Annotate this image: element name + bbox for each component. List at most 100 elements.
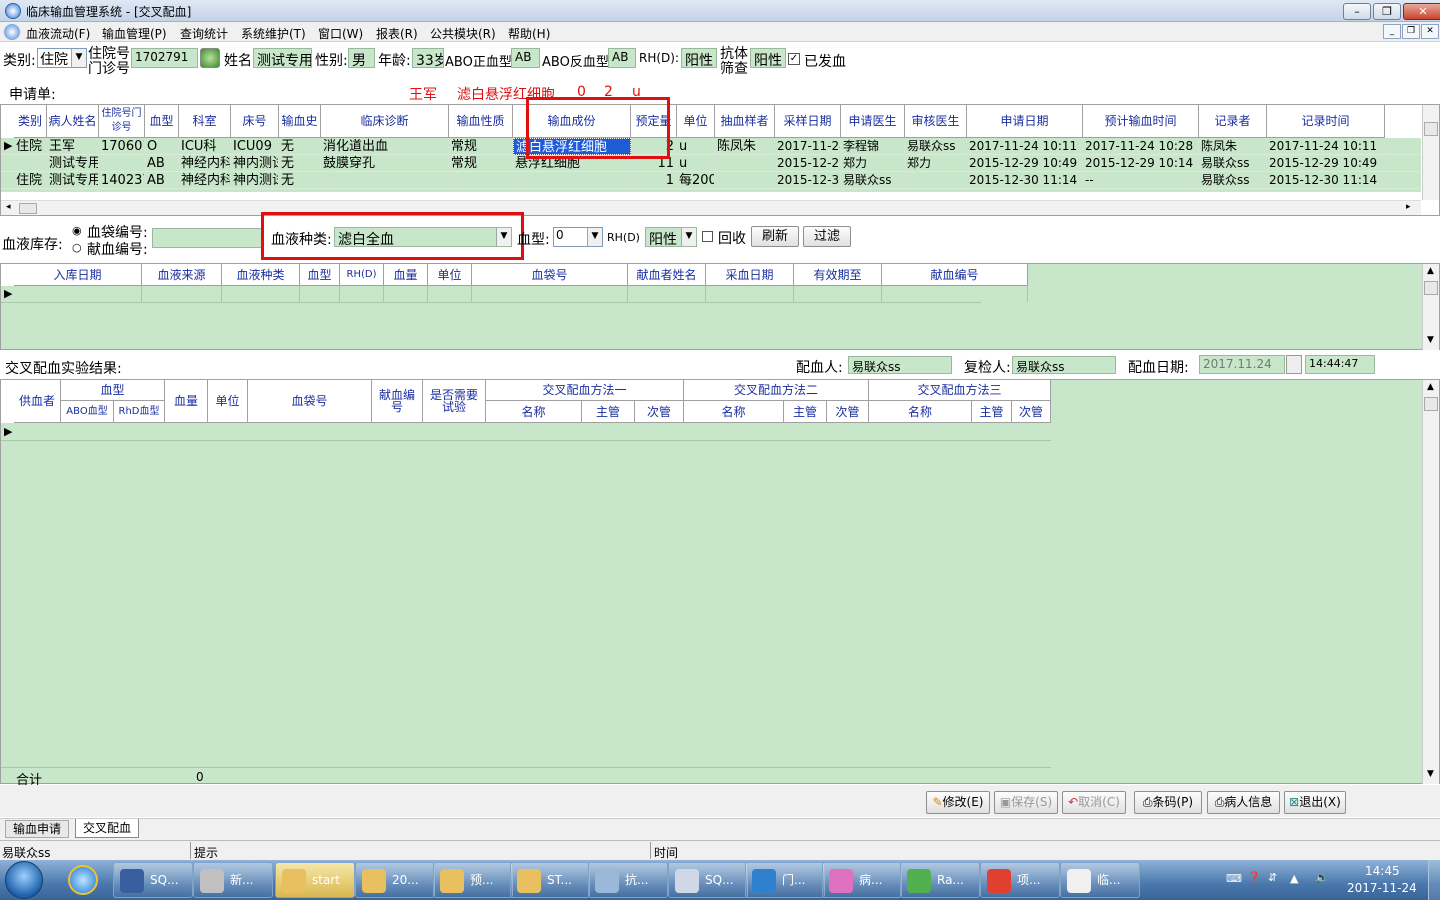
matcher-field[interactable]: 易联众ss — [848, 356, 952, 374]
table-cell[interactable]: 无 — [279, 172, 321, 189]
menu-item[interactable]: 血液流动(F) — [26, 25, 90, 42]
issued-checkbox[interactable]: ✓ — [788, 53, 800, 65]
stock-col-header[interactable]: 采血日期 — [706, 264, 794, 286]
menu-item[interactable]: 输血管理(P) — [102, 25, 167, 42]
scroll-up-icon[interactable]: ▲ — [1427, 266, 1434, 276]
table-cell[interactable] — [142, 286, 222, 302]
taskbar-app-button[interactable]: start — [275, 862, 355, 898]
stock-col-header[interactable]: 有效期至 — [794, 264, 882, 286]
table-cell[interactable] — [384, 286, 428, 302]
table-cell[interactable]: u — [677, 155, 715, 172]
minimize-button[interactable]: – — [1343, 3, 1371, 20]
radio-bag-icon[interactable]: ◉ — [72, 224, 82, 237]
table-cell[interactable] — [99, 155, 145, 172]
menu-item[interactable]: 帮助(H) — [508, 25, 550, 42]
vertical-scrollbar[interactable]: ▲ ▼ — [1422, 380, 1439, 784]
menu-item[interactable]: 查询统计 — [180, 25, 228, 42]
taskbar-app-button[interactable]: SQ... — [113, 862, 193, 898]
stock-col-header[interactable]: 血袋号 — [472, 264, 628, 286]
table-cell[interactable]: 陈凤朱 — [715, 138, 775, 155]
save-button[interactable]: ▣保存(S) — [994, 791, 1058, 814]
table-row[interactable]: 测试专用AB神经内科神内测试无鼓膜穿孔常规悬浮红细胞11u2015-12-29郑… — [1, 155, 1421, 172]
stock-col-header[interactable]: 血液来源 — [142, 264, 222, 286]
request-col-header[interactable]: 记录者 — [1199, 105, 1267, 138]
menu-item[interactable]: 公共模块(R) — [430, 25, 496, 42]
patient-id-field[interactable]: 1702791 — [131, 48, 198, 68]
age-field[interactable]: 33岁 — [412, 48, 444, 68]
network-icon[interactable]: ⇵ — [1268, 871, 1277, 884]
vertical-scrollbar[interactable]: ▲ ▼ — [1422, 264, 1439, 350]
table-cell[interactable]: -- — [1083, 172, 1199, 189]
table-cell[interactable] — [449, 172, 513, 189]
help-icon[interactable]: ❓ — [1247, 871, 1261, 884]
table-cell[interactable]: 2015-12-29 — [775, 155, 841, 172]
stock-rh-select[interactable]: 阳性 ▼ — [645, 227, 697, 247]
abo-rev-field[interactable]: AB — [608, 48, 636, 68]
request-col-header[interactable]: 申请医生 — [841, 105, 905, 138]
table-cell[interactable]: 2017-11-24 — [775, 138, 841, 155]
request-col-header[interactable]: 床号 — [231, 105, 279, 138]
table-cell[interactable] — [472, 286, 628, 302]
tray-expand-icon[interactable]: ▲ — [1290, 872, 1298, 885]
stock-col-header[interactable]: 血液种类 — [222, 264, 300, 286]
stock-col-header[interactable]: 献血者姓名 — [628, 264, 706, 286]
table-cell[interactable]: 2017-11-24 10:11 — [967, 138, 1083, 155]
table-row[interactable] — [1, 286, 1028, 303]
menu-item[interactable]: 报表(R) — [376, 25, 418, 42]
category-select[interactable]: 住院 ▼ — [37, 48, 87, 68]
keyboard-icon[interactable]: ⌨ — [1226, 872, 1242, 885]
table-cell[interactable] — [882, 286, 1028, 302]
request-col-header[interactable]: 预计输血时间 — [1083, 105, 1199, 138]
table-cell[interactable]: ICU科 — [179, 138, 231, 155]
refresh-button[interactable]: 刷新 — [751, 226, 799, 247]
table-cell[interactable]: 陈凤朱 — [1199, 138, 1267, 155]
taskbar-app-button[interactable]: 预... — [433, 862, 513, 898]
stock-col-header[interactable]: 献血编号 — [882, 264, 1028, 286]
table-row[interactable]: ▶住院王军17060140OICU科ICU09无消化道出血常规滤白悬浮红细胞2u… — [1, 138, 1421, 155]
table-cell[interactable] — [513, 172, 631, 189]
close-button[interactable]: ✕ — [1403, 3, 1440, 20]
request-col-header[interactable]: 记录时间 — [1267, 105, 1385, 138]
taskbar-app-button[interactable]: ST... — [510, 862, 590, 898]
ie-icon[interactable] — [68, 865, 98, 895]
name-field[interactable]: 测试专用 — [253, 48, 312, 68]
taskbar-app-button[interactable]: Ra... — [900, 862, 980, 898]
taskbar-app-button[interactable]: 病... — [822, 862, 902, 898]
table-cell[interactable]: 消化道出血 — [321, 138, 449, 155]
scroll-down-icon[interactable]: ▼ — [1427, 335, 1434, 345]
table-cell[interactable] — [715, 172, 775, 189]
cancel-button[interactable]: ↶取消(C) — [1062, 791, 1126, 814]
table-cell[interactable]: 王军 — [47, 138, 99, 155]
scroll-left-icon[interactable]: ◂ — [6, 202, 11, 212]
recycle-checkbox[interactable] — [702, 231, 713, 242]
request-col-header[interactable]: 采样日期 — [775, 105, 841, 138]
date-field[interactable]: 2017.11.24 — [1199, 355, 1285, 374]
table-cell[interactable]: 郑力 — [905, 155, 967, 172]
menu-item[interactable]: 窗口(W) — [318, 25, 363, 42]
table-cell[interactable]: 易联众ss — [1199, 155, 1267, 172]
mdi-close-button[interactable]: ✕ — [1421, 24, 1439, 39]
table-cell[interactable]: 2015-12-29 10:14 — [1083, 155, 1199, 172]
stock-col-header[interactable]: 入库日期 — [14, 264, 142, 286]
table-cell[interactable]: 易联众ss — [841, 172, 905, 189]
exit-button[interactable]: ⊠退出(X) — [1284, 791, 1346, 814]
maximize-button[interactable]: ❐ — [1373, 3, 1401, 20]
table-cell[interactable]: AB — [145, 172, 179, 189]
table-cell[interactable]: 住院 — [14, 138, 47, 155]
mdi-restore-button[interactable]: ❐ — [1402, 24, 1420, 39]
scroll-thumb[interactable] — [1424, 122, 1438, 136]
checker-field[interactable]: 易联众ss — [1012, 356, 1116, 374]
table-row[interactable]: 住院测试专用140237AB神经内科神内测试无1每2002015-12-30易联… — [1, 172, 1421, 189]
table-cell[interactable] — [794, 286, 882, 302]
table-cell[interactable] — [14, 286, 142, 302]
table-cell[interactable]: 神内测试 — [231, 155, 279, 172]
menu-item[interactable]: 系统维护(T) — [241, 25, 306, 42]
table-cell[interactable]: 住院 — [14, 172, 47, 189]
request-col-header[interactable]: 类别 — [14, 105, 47, 138]
request-col-header[interactable]: 住院号门诊号 — [99, 105, 145, 138]
taskbar-app-button[interactable]: 门... — [745, 862, 825, 898]
rh-field[interactable]: 阳性 — [681, 48, 717, 68]
table-cell[interactable]: u — [677, 138, 715, 155]
scroll-thumb[interactable] — [1424, 281, 1438, 295]
stock-col-header[interactable]: 单位 — [428, 264, 472, 286]
